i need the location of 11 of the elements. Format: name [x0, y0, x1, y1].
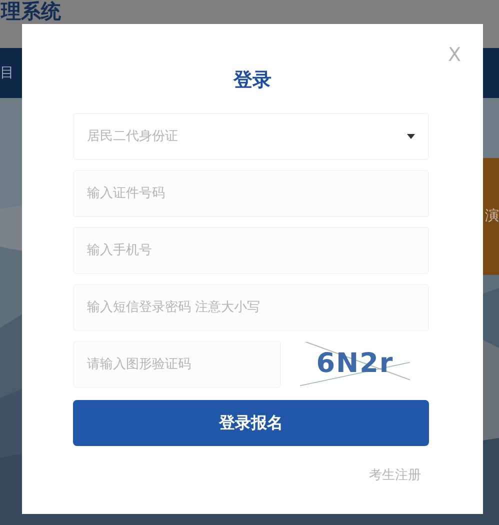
dialog-title: 登录 — [232, 68, 272, 92]
captcha-image[interactable]: 6N2r — [300, 342, 410, 388]
caret-icon — [407, 134, 415, 139]
login-button[interactable]: 登录报名 — [73, 400, 429, 446]
nav-item[interactable]: 目 — [0, 62, 14, 84]
close-button[interactable]: X — [448, 44, 461, 66]
input-field[interactable]: 输入手机号 — [73, 227, 429, 274]
input-field[interactable]: 输入短信登录密码 注意大小写 — [73, 284, 429, 331]
captcha-field[interactable]: 请输入图形验证码 — [73, 341, 281, 388]
site-title: 理系统 — [1, 0, 61, 22]
input-field[interactable]: 输入证件号码 — [73, 170, 429, 217]
